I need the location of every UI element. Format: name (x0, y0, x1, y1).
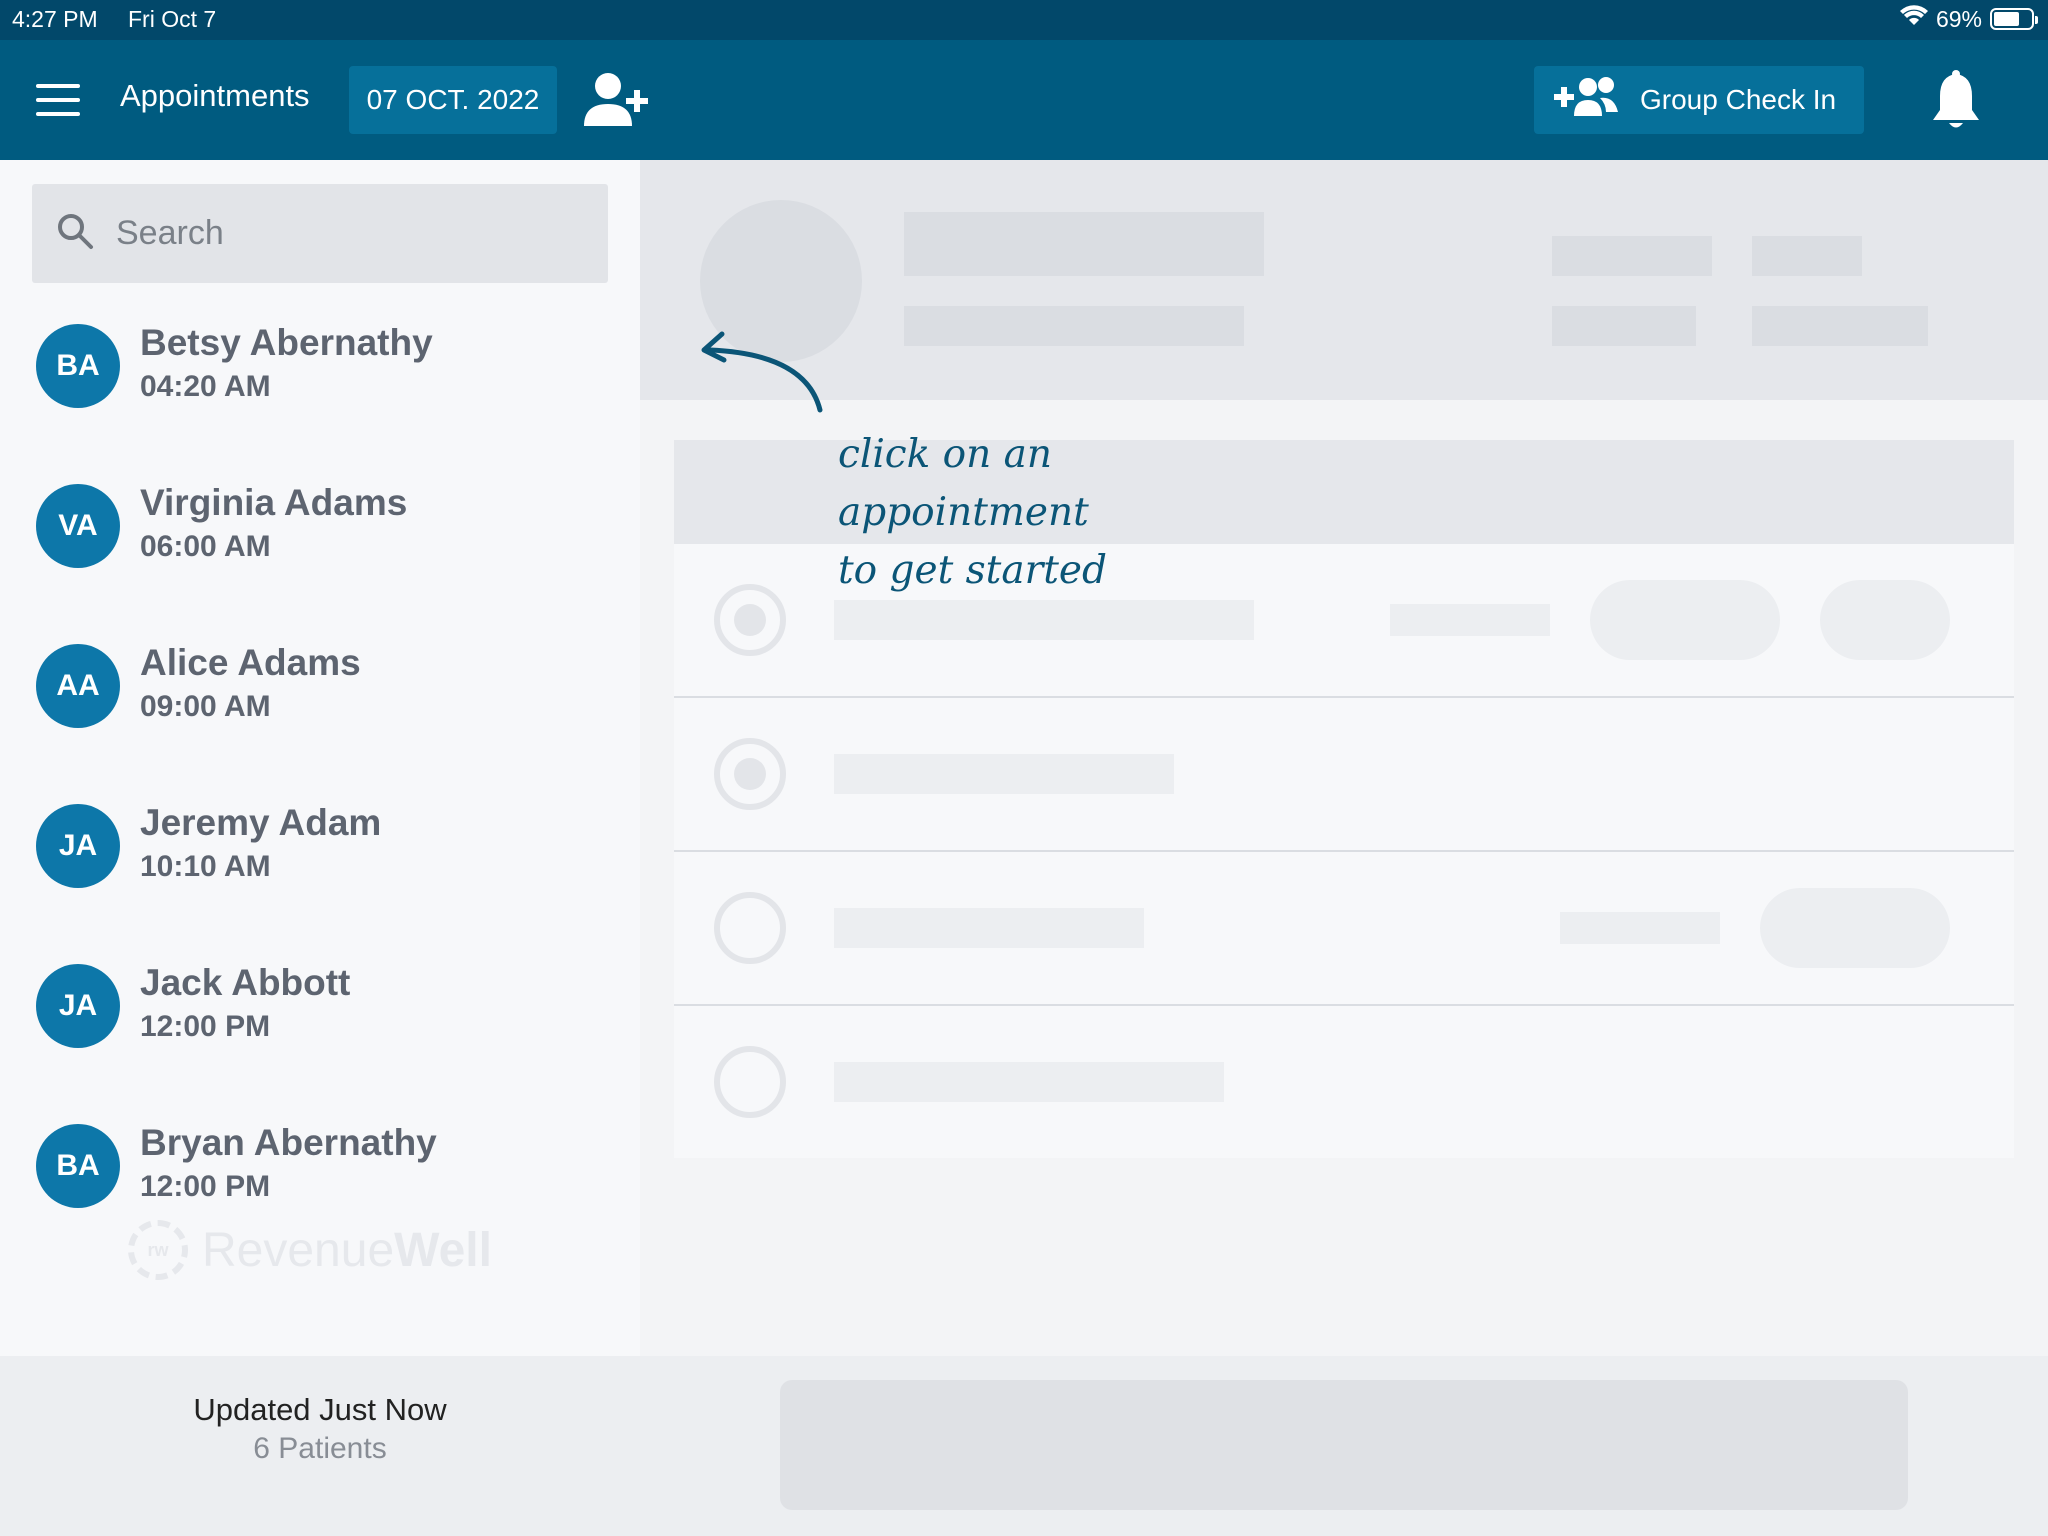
sidebar-footer: Updated Just Now 6 Patients (0, 1356, 640, 1536)
group-check-in-label: Group Check In (1640, 84, 1837, 115)
row-divider (674, 696, 2014, 698)
radio-placeholder (714, 584, 786, 656)
skeleton-bar (1752, 306, 1928, 346)
appointment-item[interactable]: AA Alice Adams 09:00 AM (0, 630, 640, 780)
avatar: VA (36, 484, 120, 568)
avatar: BA (36, 1124, 120, 1208)
avatar: JA (36, 804, 120, 888)
skeleton-pill (1760, 888, 1950, 968)
appointment-time: 04:20 AM (140, 370, 271, 403)
hint-line: click on an (838, 432, 1053, 477)
status-bar: 4:27 PM Fri Oct 7 69% (0, 0, 2048, 40)
patient-name: Bryan Abernathy (140, 1122, 437, 1163)
appointment-time: 09:00 AM (140, 690, 271, 723)
watermark-text-light: Revenue (202, 1223, 395, 1277)
radio-placeholder (714, 1046, 786, 1118)
get-started-hint: click on an appointment to get started (838, 426, 1107, 600)
patient-name: Jeremy Adam (140, 802, 382, 843)
search-icon (56, 212, 94, 255)
skeleton-bar (834, 1062, 1224, 1102)
skeleton-bar (1390, 604, 1550, 636)
row-divider (674, 1004, 2014, 1006)
bell-icon[interactable] (1930, 70, 1982, 132)
page-title: Appointments (120, 78, 310, 113)
skeleton-bar (904, 212, 1264, 276)
date-picker-button[interactable]: 07 OCT. 2022 (349, 66, 557, 134)
date-label: 07 OCT. 2022 (366, 84, 540, 115)
group-add-icon (1554, 76, 1620, 125)
hint-line: to get started (838, 548, 1107, 593)
skeleton-bar (904, 306, 1244, 346)
hint-line: appointment (838, 490, 1089, 535)
top-navbar: Appointments 07 OCT. 2022 Group Check In (0, 40, 2048, 160)
patient-count: 6 Patients (253, 1432, 387, 1465)
patient-name: Betsy Abernathy (140, 322, 433, 363)
search-input[interactable] (116, 214, 576, 253)
status-date: Fri Oct 7 (128, 6, 217, 32)
group-check-in-button[interactable]: Group Check In (1534, 66, 1864, 134)
radio-placeholder (714, 738, 786, 810)
appointment-time: 10:10 AM (140, 850, 271, 883)
avatar: BA (36, 324, 120, 408)
appointment-item[interactable]: JA Jack Abbott 12:00 PM (0, 950, 640, 1100)
skeleton-pill (1820, 580, 1950, 660)
row-divider (674, 850, 2014, 852)
hamburger-icon[interactable] (36, 84, 80, 116)
action-button-placeholder (780, 1380, 1908, 1510)
avatar: AA (36, 644, 120, 728)
appointment-sidebar: BA Betsy Abernathy 04:20 AM VA Virginia … (0, 160, 640, 1356)
skeleton-bar (1560, 912, 1720, 944)
appointment-item[interactable]: BA Betsy Abernathy 04:20 AM (0, 310, 640, 460)
watermark-text-bold: Well (394, 1223, 492, 1277)
add-user-icon[interactable] (582, 70, 652, 130)
skeleton-pill (1590, 580, 1780, 660)
skeleton-bar (1752, 236, 1862, 276)
patient-name: Virginia Adams (140, 482, 408, 523)
appointment-time: 12:00 PM (140, 1010, 271, 1043)
skeleton-bar (1552, 306, 1696, 346)
status-time: 4:27 PM (12, 6, 98, 32)
skeleton-bar (1552, 236, 1712, 276)
status-right: 69% (1899, 5, 2038, 33)
skeleton-bar (834, 754, 1174, 794)
updated-status: Updated Just Now (193, 1392, 447, 1427)
skeleton-bar (834, 908, 1144, 948)
search-box[interactable] (32, 184, 608, 283)
patient-name: Jack Abbott (140, 962, 351, 1003)
avatar: JA (36, 964, 120, 1048)
revenuewell-watermark: rw RevenueWell (128, 1220, 492, 1280)
curved-arrow-icon (696, 326, 826, 421)
appointment-time: 06:00 AM (140, 530, 271, 563)
appointment-time: 12:00 PM (140, 1170, 271, 1203)
battery-icon (1990, 8, 2038, 30)
battery-percent: 69% (1935, 5, 1982, 32)
revenuewell-logo-icon: rw (128, 1220, 188, 1280)
skeleton-bar (834, 600, 1254, 640)
appointment-item[interactable]: JA Jeremy Adam 10:10 AM (0, 790, 640, 940)
patient-name: Alice Adams (140, 642, 361, 683)
radio-placeholder (714, 892, 786, 964)
appointment-item[interactable]: VA Virginia Adams 06:00 AM (0, 470, 640, 620)
wifi-icon (1899, 5, 1928, 33)
